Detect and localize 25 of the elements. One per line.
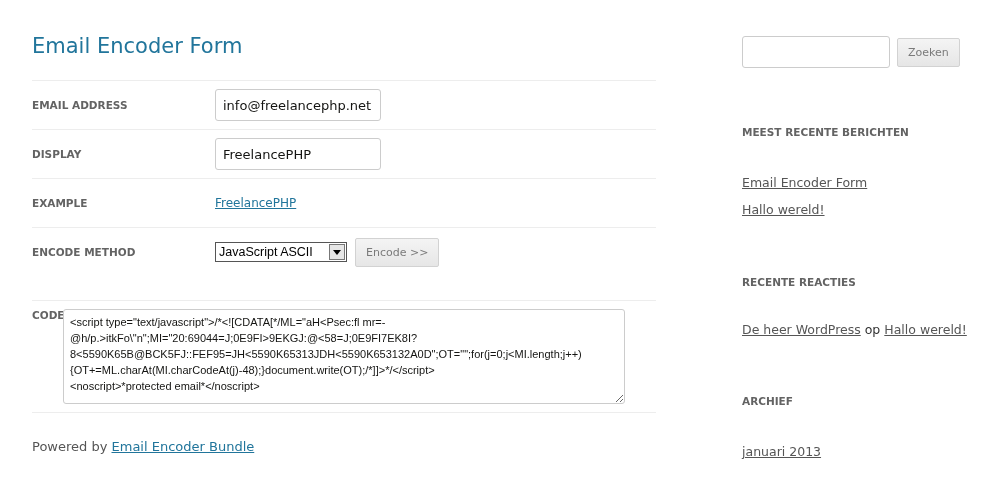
code-field[interactable]: <script type="text/javascript">/*<![CDATA[*/ML="aH<Psec:fl mr=-@h/p.>itkFo\"n";MI="20:69044=J;0E9FI>9EKGJ:@<58=J;0E9FI7EK8I?8<5590K65B@BCK5FJ::FEF95=JH<5590K65313JDH<5590K653132A0D";OT="";for(j=0;j<MI.length;j++){OT+=ML.charAt(MI.charCodeAt(j)-48);}document.write(OT);/*]]>*/</script> <noscript>*protected email*</noscript> (63, 309, 625, 404)
caret-icon (329, 244, 345, 260)
method-dropdown[interactable]: JavaScript ASCII (215, 242, 347, 262)
powered-by-text: Powered by Email Encoder Bundle (32, 412, 656, 454)
text-field[interactable]: info@freelancephp.net (215, 89, 381, 121)
field-label: EXAMPLE (32, 197, 89, 209)
encode-button[interactable]: Encode >> (355, 237, 440, 267)
sidebar-link[interactable]: januari 2013 (742, 444, 822, 459)
field-label: DISPLAY (32, 148, 83, 160)
sidebar-link[interactable]: Email Encoder Form (742, 175, 868, 190)
page-title: Email Encoder Form (32, 34, 244, 58)
search-field[interactable] (742, 36, 890, 68)
example-link[interactable]: FreelancePHP (215, 196, 297, 210)
field-label: ENCODE METHOD (32, 246, 137, 258)
author-link[interactable]: De heer WordPress (742, 322, 861, 337)
widget-title: RECENTE REACTIES (742, 276, 857, 288)
widget-title: MEEST RECENTE BERICHTEN (742, 126, 910, 138)
text-field[interactable]: FreelancePHP (215, 138, 381, 170)
widget-title: ARCHIEF (742, 395, 794, 407)
sidebar-link[interactable]: Hallo wereld! (742, 202, 825, 217)
field-label: EMAIL ADDRESS (32, 99, 129, 111)
plugin-link[interactable]: Email Encoder Bundle (111, 439, 255, 454)
field-label: CODE (32, 309, 66, 321)
search-button[interactable]: Zoeken (897, 37, 960, 67)
post-link[interactable]: Hallo wereld! (884, 322, 967, 337)
